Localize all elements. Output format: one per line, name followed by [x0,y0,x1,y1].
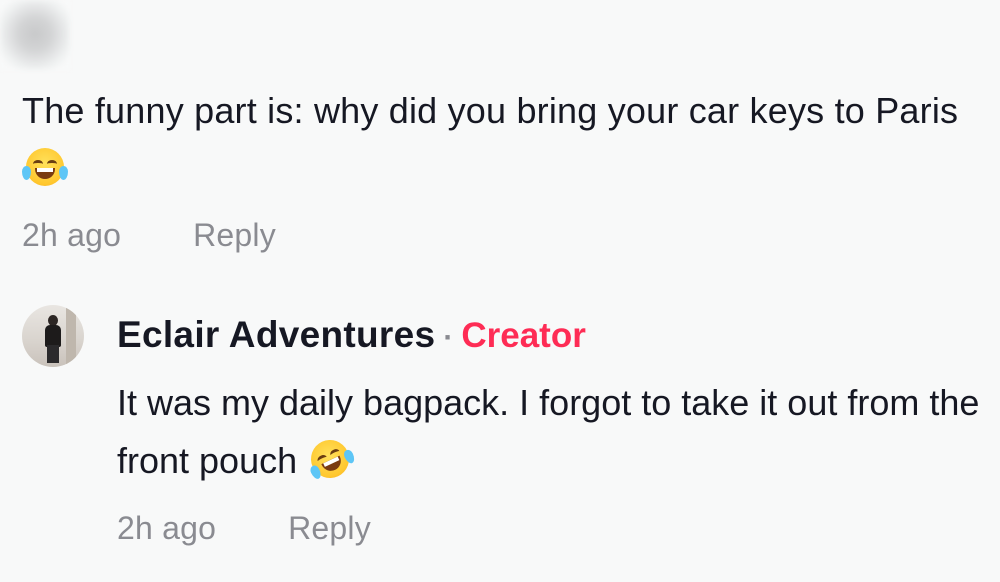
reply-meta: 2h ago Reply [117,510,371,547]
reply-author-line: Eclair Adventures · Creator [117,310,586,363]
comment-reply-button[interactable]: Reply [193,217,276,254]
comment-body: The funny part is: why did you bring you… [22,90,959,131]
reply-body: It was my daily bagpack. I forgot to tak… [117,382,980,481]
creator-badge: Creator [461,316,586,355]
reply-text: It was my daily bagpack. I forgot to tak… [117,374,997,490]
rolling-laughing-emoji-icon [304,433,357,485]
reply-reply-button[interactable]: Reply [288,510,371,547]
comment-text: The funny part is: why did you bring you… [22,82,997,198]
separator-dot: · [443,321,454,354]
comment-timestamp: 2h ago [22,217,122,253]
creator-avatar[interactable] [22,305,84,367]
comment-meta: 2h ago Reply [22,217,276,254]
reply-timestamp: 2h ago [117,510,217,546]
tears-of-joy-emoji-icon [22,148,68,186]
commenter-avatar[interactable] [0,0,70,70]
reply-author-name[interactable]: Eclair Adventures [117,314,435,355]
